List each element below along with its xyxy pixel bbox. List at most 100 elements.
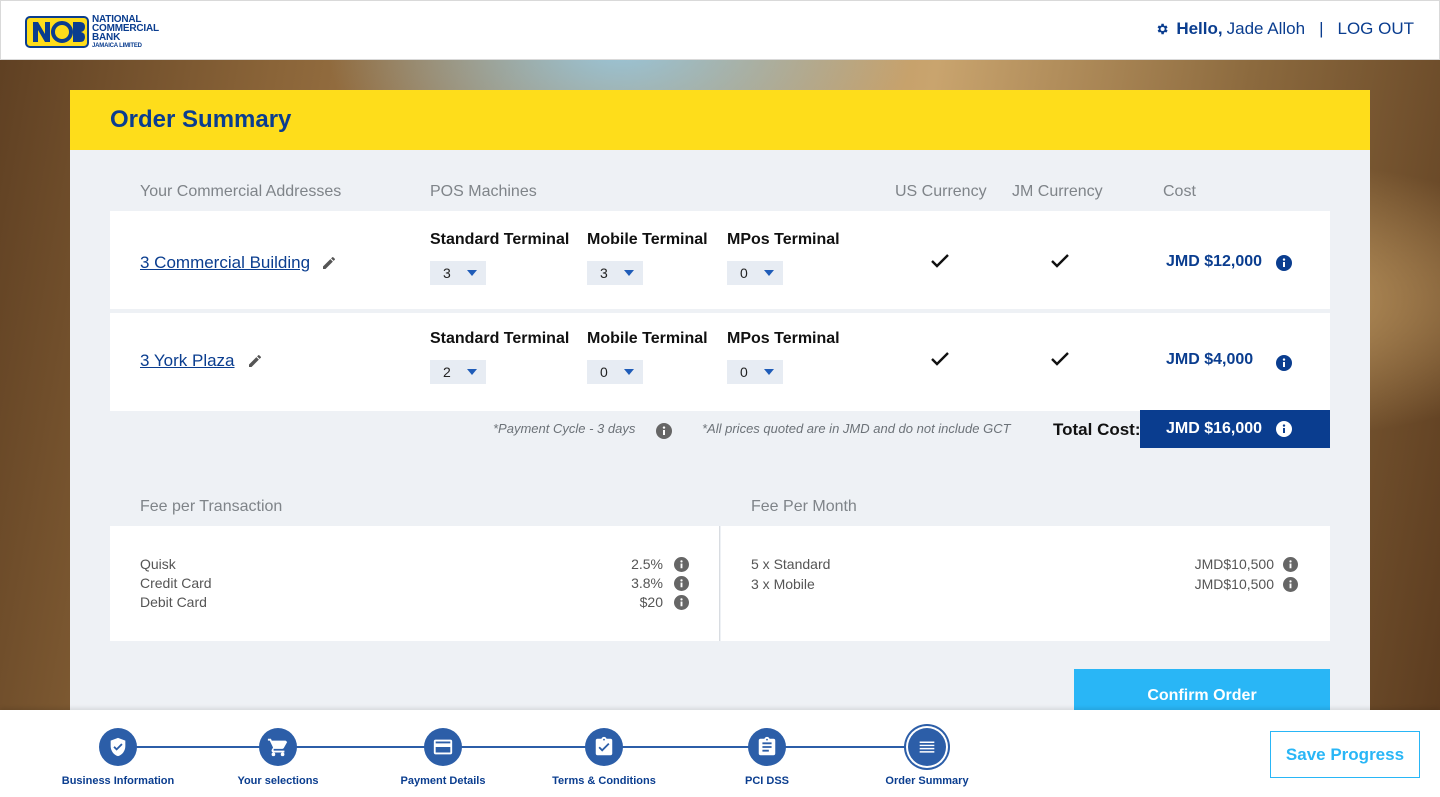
step-label: Payment Details bbox=[400, 775, 486, 787]
top-bar: NATIONAL COMMERCIAL BANK JAMAICA LIMITED… bbox=[0, 0, 1440, 60]
logo-wordmark: NATIONAL COMMERCIAL BANK JAMAICA LIMITED bbox=[92, 14, 159, 50]
step-order-summary[interactable]: Order Summary bbox=[857, 728, 997, 787]
caret-down-icon bbox=[624, 369, 634, 375]
quantity-value: 3 bbox=[600, 265, 608, 281]
mobile-terminal: Mobile Terminal 3 bbox=[587, 231, 708, 285]
info-icon[interactable] bbox=[674, 557, 689, 572]
quantity-select[interactable]: 0 bbox=[587, 360, 643, 384]
monthly-fee-panel: 5 x Standard 3 x Mobile JMD$10,500 JMD$1… bbox=[721, 526, 1330, 641]
payment-cycle-note: *Payment Cycle - 3 days bbox=[493, 421, 636, 436]
caret-down-icon bbox=[467, 270, 477, 276]
fee-per-month-title: Fee Per Month bbox=[751, 498, 857, 515]
greeting: Hello, bbox=[1176, 19, 1223, 38]
caret-down-icon bbox=[764, 369, 774, 375]
column-header-pos: POS Machines bbox=[430, 183, 537, 200]
fee-name: Credit Card bbox=[140, 575, 212, 591]
clipboard-check-icon bbox=[595, 736, 613, 756]
quantity-value: 2 bbox=[443, 364, 451, 380]
total-cost-box: JMD $16,000 bbox=[1140, 410, 1330, 448]
quantity-select[interactable]: 2 bbox=[430, 360, 486, 384]
terminal-label: Mobile Terminal bbox=[587, 231, 708, 248]
fee-value: 3.8% bbox=[631, 575, 663, 591]
list-icon bbox=[919, 741, 935, 753]
order-summary-card: Order Summary Your Commercial Addresses … bbox=[70, 90, 1370, 730]
fee-name: Debit Card bbox=[140, 594, 207, 610]
address-link[interactable]: 3 Commercial Building bbox=[140, 253, 310, 273]
fee-value: JMD$10,500 bbox=[1194, 556, 1274, 572]
gear-icon[interactable] bbox=[1155, 22, 1169, 36]
pencil-icon[interactable] bbox=[321, 255, 337, 271]
step-pci-dss[interactable]: PCI DSS bbox=[697, 728, 837, 787]
info-icon[interactable] bbox=[1276, 255, 1292, 271]
save-progress-button[interactable]: Save Progress bbox=[1270, 731, 1420, 778]
terminal-label: Standard Terminal bbox=[430, 231, 570, 248]
total-value: JMD $16,000 bbox=[1166, 420, 1263, 437]
address-cell: 3 York Plaza bbox=[140, 351, 263, 371]
row-cost: JMD $12,000 bbox=[1166, 253, 1263, 270]
logo-subline: JAMAICA LIMITED bbox=[92, 42, 142, 49]
info-icon[interactable] bbox=[656, 423, 672, 439]
column-header-addresses: Your Commercial Addresses bbox=[140, 183, 342, 200]
quantity-select[interactable]: 3 bbox=[430, 261, 486, 285]
info-icon[interactable] bbox=[1276, 355, 1292, 371]
quantity-select[interactable]: 3 bbox=[587, 261, 643, 285]
transaction-fee-panel: Quisk Credit Card Debit Card 2.5% 3.8% $… bbox=[110, 526, 720, 641]
standard-terminal: Standard Terminal 3 bbox=[430, 231, 569, 285]
progress-footer: Business Information Your selections Pay… bbox=[0, 710, 1440, 797]
step-your-selections[interactable]: Your selections bbox=[208, 728, 348, 787]
logout-link[interactable]: LOG OUT bbox=[1337, 19, 1414, 39]
column-header-jm-currency: JM Currency bbox=[1012, 183, 1103, 200]
check-icon bbox=[1051, 352, 1069, 366]
terminal-label: Mobile Terminal bbox=[587, 330, 708, 347]
user-area: Hello, Jade Alloh | LOG OUT bbox=[1155, 19, 1414, 39]
step-circle bbox=[748, 728, 786, 766]
caret-down-icon bbox=[624, 270, 634, 276]
ncb-logo[interactable]: NATIONAL COMMERCIAL BANK JAMAICA LIMITED bbox=[25, 14, 175, 50]
caret-down-icon bbox=[467, 369, 477, 375]
quantity-select[interactable]: 0 bbox=[727, 261, 783, 285]
step-label: PCI DSS bbox=[744, 775, 789, 787]
card-header: Order Summary bbox=[70, 90, 1370, 150]
info-icon[interactable] bbox=[674, 576, 689, 591]
step-circle bbox=[99, 728, 137, 766]
info-icon[interactable] bbox=[1283, 577, 1298, 592]
pencil-icon[interactable] bbox=[247, 353, 263, 369]
page-title: Order Summary bbox=[110, 106, 292, 133]
info-icon[interactable] bbox=[674, 595, 689, 610]
quantity-value: 3 bbox=[443, 265, 451, 281]
quantity-value: 0 bbox=[740, 364, 748, 380]
address-row: 3 York Plaza Standard Terminal 2 Mobile … bbox=[110, 313, 1330, 411]
fee-per-transaction-title: Fee per Transaction bbox=[140, 498, 283, 515]
check-icon bbox=[931, 352, 949, 366]
info-icon[interactable] bbox=[1283, 557, 1298, 572]
fee-name: 5 x Standard bbox=[751, 556, 831, 572]
step-terms-conditions[interactable]: Terms & Conditions bbox=[534, 728, 674, 787]
cart-icon bbox=[267, 738, 288, 757]
terminal-label: MPos Terminal bbox=[727, 330, 840, 347]
address-link[interactable]: 3 York Plaza bbox=[140, 351, 235, 371]
clipboard-list-icon bbox=[758, 736, 776, 756]
step-circle bbox=[424, 728, 462, 766]
user-name: Jade Alloh bbox=[1226, 19, 1306, 38]
step-circle bbox=[259, 728, 297, 766]
quantity-select[interactable]: 0 bbox=[727, 360, 783, 384]
step-label: Terms & Conditions bbox=[552, 775, 656, 787]
credit-card-icon bbox=[433, 739, 453, 755]
step-label: Your selections bbox=[237, 775, 319, 787]
info-icon[interactable] bbox=[1276, 421, 1292, 437]
fee-value: 2.5% bbox=[631, 556, 663, 572]
address-cell: 3 Commercial Building bbox=[140, 253, 337, 273]
step-payment-details[interactable]: Payment Details bbox=[373, 728, 513, 787]
column-header-cost: Cost bbox=[1163, 183, 1196, 200]
header-separator: | bbox=[1319, 19, 1324, 38]
fee-value: JMD$10,500 bbox=[1194, 576, 1274, 592]
step-circle-active bbox=[908, 728, 946, 766]
ncb-logo-mark bbox=[25, 16, 89, 48]
column-header-us-currency: US Currency bbox=[895, 183, 987, 200]
gct-note: *All prices quoted are in JMD and do not… bbox=[702, 421, 1011, 436]
check-icon bbox=[1051, 254, 1069, 268]
step-business-information[interactable]: Business Information bbox=[48, 728, 188, 787]
total-label: Total Cost: bbox=[1053, 420, 1141, 439]
check-icon bbox=[931, 254, 949, 268]
fee-name: Quisk bbox=[140, 556, 176, 572]
